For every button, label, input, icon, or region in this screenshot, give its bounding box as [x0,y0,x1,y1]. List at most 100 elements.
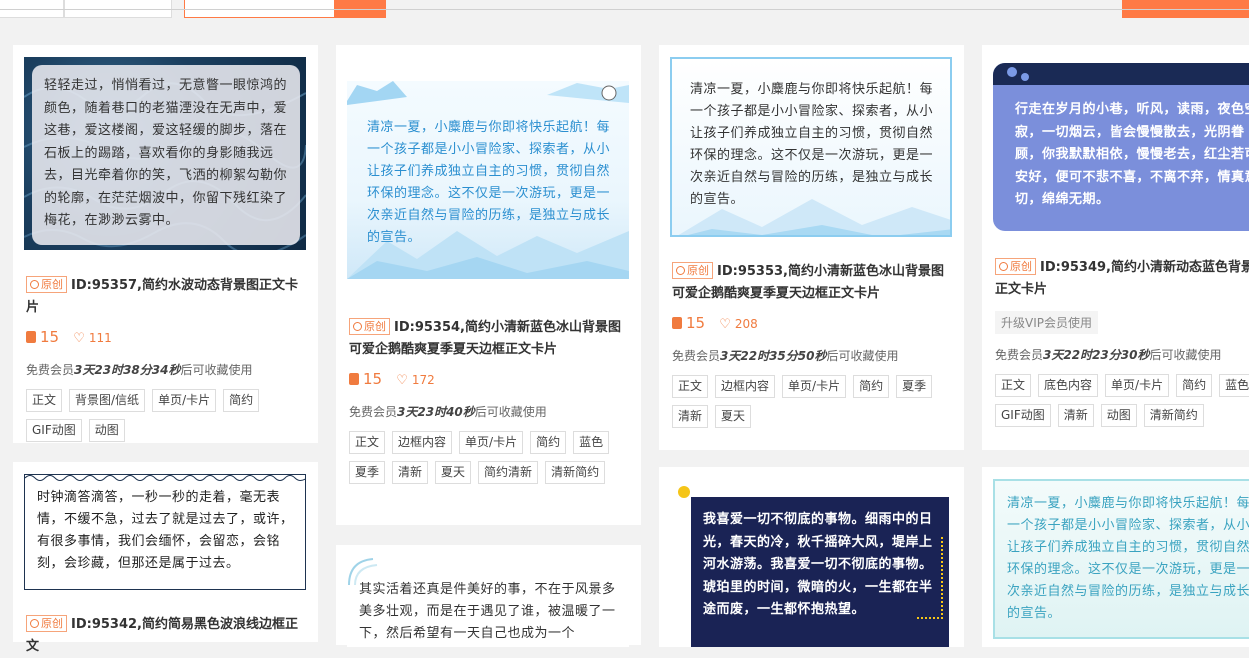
coin-count: 15 [686,314,706,332]
template-card[interactable]: 其实活着还真是件美好的事，不在于风景多美多壮观，而是在于遇见了谁，被温暖了一下，… [336,545,641,647]
coin-icon [349,373,359,385]
tag[interactable]: 清新 [672,405,709,428]
tag[interactable]: 单页/卡片 [1105,374,1170,397]
tag[interactable]: 蓝色 [573,431,610,454]
tag[interactable]: 简约 [1176,374,1213,397]
header-band [993,63,1249,85]
like-count: 172 [411,373,435,387]
card-thumbnail[interactable]: 我喜爱一切不彻底的事物。细雨中的日光，春天的冷，秋千摇碎大风，堤岸上河水游荡。我… [659,477,964,647]
tag[interactable]: 正文 [349,431,386,454]
card-poem-text: 清凉一夏，小麋鹿与你即将快乐起航！每一个孩子都是小小冒险家、探索者，从小让孩子们… [367,120,611,245]
vip-note: 免费会员3天23时40秒后可收藏使用 [349,403,633,421]
tag[interactable]: 简约清新 [478,461,539,484]
vip-suffix: 后可收藏使用 [474,405,547,419]
vip-suffix: 后可收藏使用 [826,349,899,363]
tag[interactable]: 夏季 [896,375,933,398]
card-thumbnail[interactable]: 清凉一夏，小麋鹿与你即将快乐起航！每一个孩子都是小小冒险家、探索者，从小让孩子们… [347,81,629,279]
vip-countdown: 3天23时40秒 [397,405,475,419]
bubble-decoration [1021,73,1029,81]
tag[interactable]: 正文 [26,389,63,412]
vip-note: 免费会员3天22时35分50秒后可收藏使用 [672,347,956,365]
card-meta: 原创 ID:95353,简约小清新蓝色冰山背景图可爱企鹅酷爽夏季夏天边框正文卡片 … [672,261,956,435]
tag-list: 正文 边框内容 单页/卡片 简约 夏季清新 夏天 [672,375,956,435]
template-card[interactable]: 我喜爱一切不彻底的事物。细雨中的日光，春天的冷，秋千摇碎大风，堤岸上河水游荡。我… [659,467,964,647]
tag[interactable]: 正文 [995,374,1032,397]
original-icon [353,322,362,331]
tag[interactable]: 边框内容 [715,375,776,398]
tag[interactable]: 动图 [88,419,125,442]
wave-border [25,475,305,481]
coin-count: 15 [363,370,383,388]
tag[interactable]: 清新 [1057,404,1094,427]
tag[interactable]: 简约 [223,389,260,412]
tag[interactable]: 夏天 [435,461,472,484]
like-count: 111 [88,331,112,345]
original-label: 原创 [41,617,63,630]
tag[interactable]: GIF动图 [26,419,82,442]
tag[interactable]: 背景图/信纸 [69,389,146,412]
card-thumbnail[interactable]: 其实活着还真是件美好的事，不在于风景多美多壮观，而是在于遇见了谁，被温暖了一下，… [347,557,629,647]
card-poem-text: 其实活着还真是件美好的事，不在于风景多美多壮观，而是在于遇见了谁，被温暖了一下，… [359,582,616,641]
original-icon [999,262,1008,271]
tag[interactable]: 夏天 [715,405,752,428]
template-card[interactable]: 行走在岁月的小巷，听风，读雨，夜色空寂，一切烟云，皆会慢慢散去，光阴眷顾，你我默… [982,45,1249,450]
card-thumbnail[interactable]: 清凉一夏，小麋鹿与你即将快乐起航！每一个孩子都是小小冒险家、探索者，从小让孩子们… [993,479,1249,639]
tag[interactable]: 单页/卡片 [459,431,524,454]
heart-icon[interactable]: ♡ [719,315,731,335]
template-card[interactable]: 清凉一夏，小麋鹿与你即将快乐起航！每一个孩子都是小小冒险家、探索者，从小让孩子们… [659,45,964,450]
template-card[interactable]: 清凉一夏，小麋鹿与你即将快乐起航！每一个孩子都是小小冒险家、探索者，从小让孩子们… [982,467,1249,647]
card-meta: 原创 ID:95357,简约水波动态背景图正文卡片 15 ♡ 111 免费会员3天2… [26,275,310,449]
yellow-dot-decoration [678,486,690,498]
card-stats: 15 ♡ 208 [672,313,956,335]
vip-countdown: 3天23时38分34秒 [74,363,181,377]
card-thumbnail[interactable]: 行走在岁月的小巷，听风，读雨，夜色空寂，一切烟云，皆会慢慢散去，光阴眷顾，你我默… [993,63,1249,231]
vip-note: 免费会员3天22时23分30秒后可收藏使用 [995,346,1249,364]
tag[interactable]: 边框内容 [392,431,453,454]
card-thumbnail[interactable]: 清凉一夏，小麋鹿与你即将快乐起航！每一个孩子都是小小冒险家、探索者，从小让孩子们… [670,57,952,237]
tag[interactable]: 清新 [392,461,429,484]
card-stats: 15 ♡ 111 [26,327,310,349]
tag-list: 正文 边框内容 单页/卡片 简约 蓝色夏季 清新 夏天 简约清新 清新简约 [349,431,633,491]
coin-icon [672,317,682,329]
card-meta: 原创 ID:95349,简约小清新动态蓝色背景正文卡片 升级VIP会员使用 免费会… [995,257,1249,434]
vip-countdown: 3天22时23分30秒 [1043,348,1150,362]
like-count: 208 [734,317,758,331]
divider [0,9,1249,10]
vip-prefix: 免费会员 [349,405,398,419]
card-meta: 原创 ID:95354,简约小清新蓝色冰山背景图可爱企鹅酷爽夏季夏天边框正文卡片 … [349,317,633,491]
tag-list: 正文 底色内容 单页/卡片 简约 蓝色 GIF动图 清新 动图 清新简约 [995,374,1249,434]
original-icon [30,280,39,289]
template-card[interactable]: 轻轻走过，悄悄看过，无意瞥一眼惊鸿的颜色，随着巷口的老猫湮没在无声中，爱这巷，爱… [13,45,318,443]
tag[interactable]: 清新简约 [1143,404,1204,427]
tag[interactable]: 蓝色 [1219,374,1249,397]
tag-list: 正文 背景图/信纸 单页/卡片 简约 GIF动图 动图 [26,389,310,449]
heart-icon[interactable]: ♡ [73,329,85,349]
original-label: 原创 [1010,260,1032,273]
heart-icon[interactable]: ♡ [396,371,408,391]
card-thumbnail[interactable]: 时钟滴答滴答，一秒一秒的走着，毫无表情，不缓不急，过去了就是过去了，或许，有很多… [24,474,306,590]
template-card[interactable]: 时钟滴答滴答，一秒一秒的走着，毫无表情，不缓不急，过去了就是过去了，或许，有很多… [13,462,318,654]
card-stats: 15 ♡ 172 [349,369,633,391]
tag[interactable]: 夏季 [349,461,386,484]
card-poem-text: 清凉一夏，小麋鹿与你即将快乐起航！每一个孩子都是小小冒险家、探索者，从小让孩子们… [690,82,934,207]
card-poem-text: 我喜爱一切不彻底的事物。细雨中的日光，春天的冷，秋千摇碎大风，堤岸上河水游荡。我… [703,512,933,617]
tag[interactable]: 底色内容 [1038,374,1099,397]
template-card[interactable]: 清凉一夏，小麋鹿与你即将快乐起航！每一个孩子都是小小冒险家、探索者，从小让孩子们… [336,45,641,525]
top-toolbar [0,0,1249,18]
tag[interactable]: 简约 [853,375,890,398]
tag[interactable]: GIF动图 [995,404,1051,427]
tag[interactable]: 单页/卡片 [782,375,847,398]
vip-suffix: 后可收藏使用 [1149,348,1222,362]
card-poem-text: 清凉一夏，小麋鹿与你即将快乐起航！每一个孩子都是小小冒险家、探索者，从小让孩子们… [1007,496,1249,621]
tag[interactable]: 简约 [530,431,567,454]
card-thumbnail[interactable]: 轻轻走过，悄悄看过，无意瞥一眼惊鸿的颜色，随着巷口的老猫湮没在无声中，爱这巷，爱… [24,57,306,250]
upgrade-vip-button[interactable]: 升级VIP会员使用 [995,311,1098,334]
tag[interactable]: 正文 [672,375,709,398]
coin-count: 15 [40,328,60,346]
vip-note: 免费会员3天23时38分34秒后可收藏使用 [26,361,310,379]
tag[interactable]: 清新简约 [545,461,606,484]
vip-countdown: 3天22时35分50秒 [720,349,827,363]
tag[interactable]: 单页/卡片 [152,389,217,412]
tag[interactable]: 动图 [1100,404,1137,427]
original-badge: 原创 [26,276,67,293]
